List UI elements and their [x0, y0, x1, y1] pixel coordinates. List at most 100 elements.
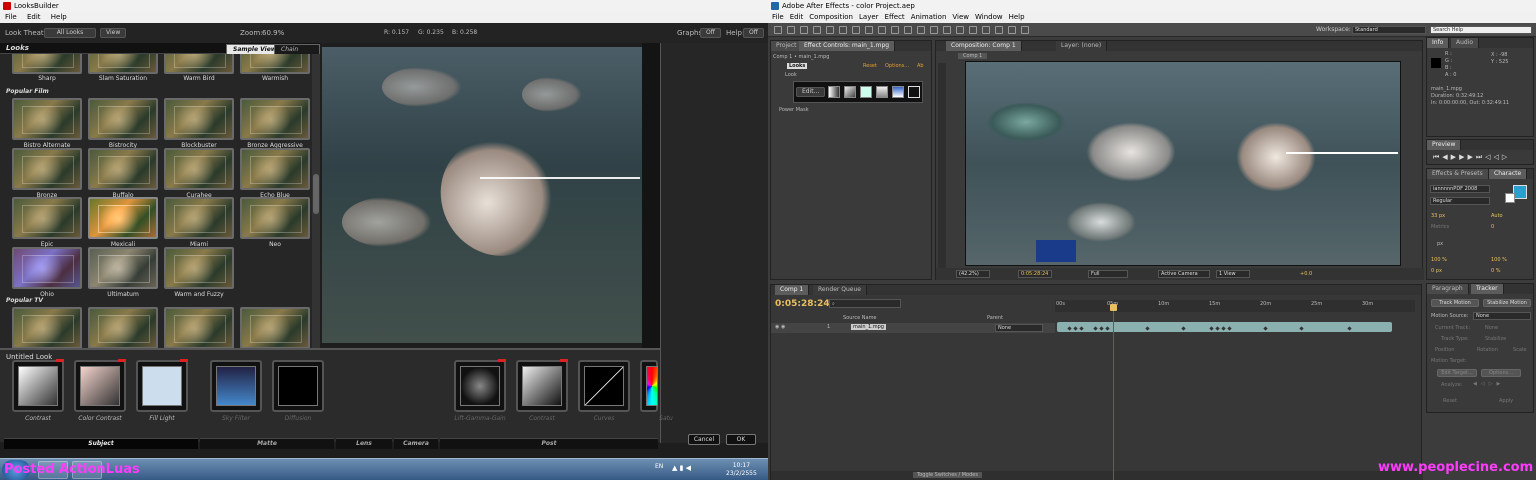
- ae-menu-item[interactable]: File: [772, 13, 784, 21]
- category-camera[interactable]: Camera: [394, 438, 438, 449]
- playhead-handle[interactable]: [1110, 304, 1117, 311]
- tool-icon[interactable]: [774, 26, 782, 34]
- horizontal-scale-value[interactable]: 100 %: [1491, 257, 1507, 263]
- look-thumbnail[interactable]: [240, 197, 310, 239]
- look-thumbnail[interactable]: [164, 247, 234, 289]
- tool-icon[interactable]: [826, 26, 834, 34]
- font-family-select[interactable]: iannnnnPDF 2008: [1430, 185, 1490, 193]
- lb-menu-file[interactable]: File: [5, 13, 17, 21]
- tool-tile[interactable]: [136, 359, 188, 412]
- tab-render-queue[interactable]: Render Queue: [813, 285, 867, 295]
- tool-tile[interactable]: [578, 360, 630, 412]
- tool-icon[interactable]: [839, 26, 847, 34]
- font-style-select[interactable]: Regular: [1430, 197, 1490, 205]
- look-thumbnail[interactable]: [240, 54, 310, 74]
- look-thumbnail[interactable]: [12, 98, 82, 140]
- font-size-value[interactable]: 33 px: [1431, 213, 1445, 219]
- look-thumbnail[interactable]: [12, 307, 82, 348]
- look-thumbnail[interactable]: [12, 197, 82, 239]
- lb-menu-edit[interactable]: Edit: [27, 13, 41, 21]
- motion-source-select[interactable]: None: [1473, 312, 1531, 320]
- power-mask-label[interactable]: Power Mask: [779, 107, 809, 113]
- tray-clock[interactable]: 10:17 23/2/2555: [726, 462, 757, 478]
- tool-tile[interactable]: [74, 359, 126, 412]
- look-thumbnail[interactable]: [12, 247, 82, 289]
- search-help-input[interactable]: Search Help: [1430, 26, 1532, 34]
- category-popular-film[interactable]: Popular Film: [6, 88, 49, 95]
- looks-scrollbar[interactable]: [312, 54, 320, 348]
- look-thumbnail[interactable]: [164, 307, 234, 348]
- tab-effect-controls[interactable]: Effect Controls: main_1.mpg: [799, 41, 896, 51]
- position-checkbox[interactable]: Position: [1435, 347, 1454, 353]
- tab-effects-presets[interactable]: Effects & Presets: [1427, 169, 1489, 179]
- tool-icon[interactable]: [995, 26, 1003, 34]
- help-toggle[interactable]: Off: [743, 28, 764, 38]
- kerning-metrics[interactable]: Metrics: [1431, 224, 1449, 230]
- cancel-button[interactable]: Cancel: [688, 434, 720, 445]
- toggle-switches-modes[interactable]: Toggle Switches / Modes: [913, 472, 982, 478]
- look-thumbnail[interactable]: [164, 98, 234, 140]
- vertical-scale-value[interactable]: 100 %: [1431, 257, 1447, 263]
- ae-menu-item[interactable]: Window: [975, 13, 1003, 21]
- look-theater-select[interactable]: All Looks: [44, 28, 96, 38]
- tab-composition[interactable]: Composition: Comp 1: [946, 41, 1022, 51]
- tool-tile[interactable]: [12, 359, 64, 412]
- tab-character[interactable]: Characte: [1489, 169, 1528, 179]
- tab-tracker[interactable]: Tracker: [1471, 284, 1504, 294]
- comp-timecode[interactable]: 0:05:28:24: [1018, 270, 1052, 278]
- comp-zoom-select[interactable]: (42.2%): [956, 270, 990, 278]
- tab-layer[interactable]: Layer: (none): [1056, 41, 1108, 51]
- look-thumbnail[interactable]: [88, 307, 158, 348]
- tray-language[interactable]: EN: [655, 463, 663, 470]
- tool-icon[interactable]: [1008, 26, 1016, 34]
- tool-tile[interactable]: [640, 360, 658, 412]
- tool-icon[interactable]: [943, 26, 951, 34]
- ae-menu-item[interactable]: View: [952, 13, 969, 21]
- view-button[interactable]: View: [100, 28, 127, 38]
- tool-tile[interactable]: [272, 360, 324, 412]
- layer-parent-select[interactable]: None: [995, 324, 1043, 332]
- composition-viewer[interactable]: [965, 61, 1401, 266]
- tool-icon[interactable]: [787, 26, 795, 34]
- workspace-select[interactable]: Standard: [1352, 26, 1426, 34]
- look-thumbnail[interactable]: [88, 197, 158, 239]
- ae-menu-item[interactable]: Edit: [790, 13, 804, 21]
- graphs-toggle[interactable]: Off: [700, 28, 721, 38]
- timeline-timecode[interactable]: 0:05:28:24: [775, 299, 830, 309]
- category-subject[interactable]: Subject: [4, 438, 198, 449]
- comp-camera-select[interactable]: Active Camera: [1158, 270, 1210, 278]
- tab-audio[interactable]: Audio: [1451, 38, 1480, 48]
- look-thumbnail[interactable]: [12, 148, 82, 190]
- look-thumbnail[interactable]: [240, 98, 310, 140]
- tsume-value[interactable]: 0 %: [1491, 268, 1501, 274]
- tab-chain-view[interactable]: Chain View: [274, 44, 320, 62]
- track-motion-button[interactable]: Track Motion: [1431, 299, 1479, 307]
- analyze-transport-icons[interactable]: ◀◁▷▶: [1473, 381, 1504, 387]
- tab-project[interactable]: Project: [771, 41, 803, 51]
- preview-transport-icons[interactable]: ⏮◀▶▶▶⏭◁◁▷: [1433, 153, 1510, 162]
- stroke-color-swatch[interactable]: [1505, 193, 1515, 203]
- tool-icon[interactable]: [930, 26, 938, 34]
- scrollbar-thumb[interactable]: [313, 174, 319, 214]
- tool-icon[interactable]: [800, 26, 808, 34]
- tool-icon[interactable]: [813, 26, 821, 34]
- ae-menu-item[interactable]: Layer: [859, 13, 879, 21]
- tracking-value[interactable]: 0: [1491, 224, 1494, 230]
- tab-preview[interactable]: Preview: [1427, 140, 1462, 150]
- tool-icon[interactable]: [865, 26, 873, 34]
- tool-icon[interactable]: [969, 26, 977, 34]
- ae-menu-item[interactable]: Composition: [809, 13, 853, 21]
- comp-subtab[interactable]: Comp 1: [958, 53, 988, 59]
- effect-reset-link[interactable]: Reset: [863, 63, 877, 69]
- tracker-reset-button[interactable]: Reset: [1443, 398, 1457, 404]
- tool-icon[interactable]: [1021, 26, 1029, 34]
- category-post[interactable]: Post: [440, 438, 658, 449]
- tool-tile[interactable]: [210, 360, 262, 412]
- look-thumbnail[interactable]: [88, 148, 158, 190]
- tool-icon[interactable]: [956, 26, 964, 34]
- scale-checkbox[interactable]: Scale: [1513, 347, 1526, 353]
- tool-icon[interactable]: [982, 26, 990, 34]
- layer-visibility-icon[interactable]: ◉ ◉: [775, 324, 785, 330]
- look-thumbnail[interactable]: [164, 148, 234, 190]
- category-popular-tv[interactable]: Popular TV: [6, 297, 43, 304]
